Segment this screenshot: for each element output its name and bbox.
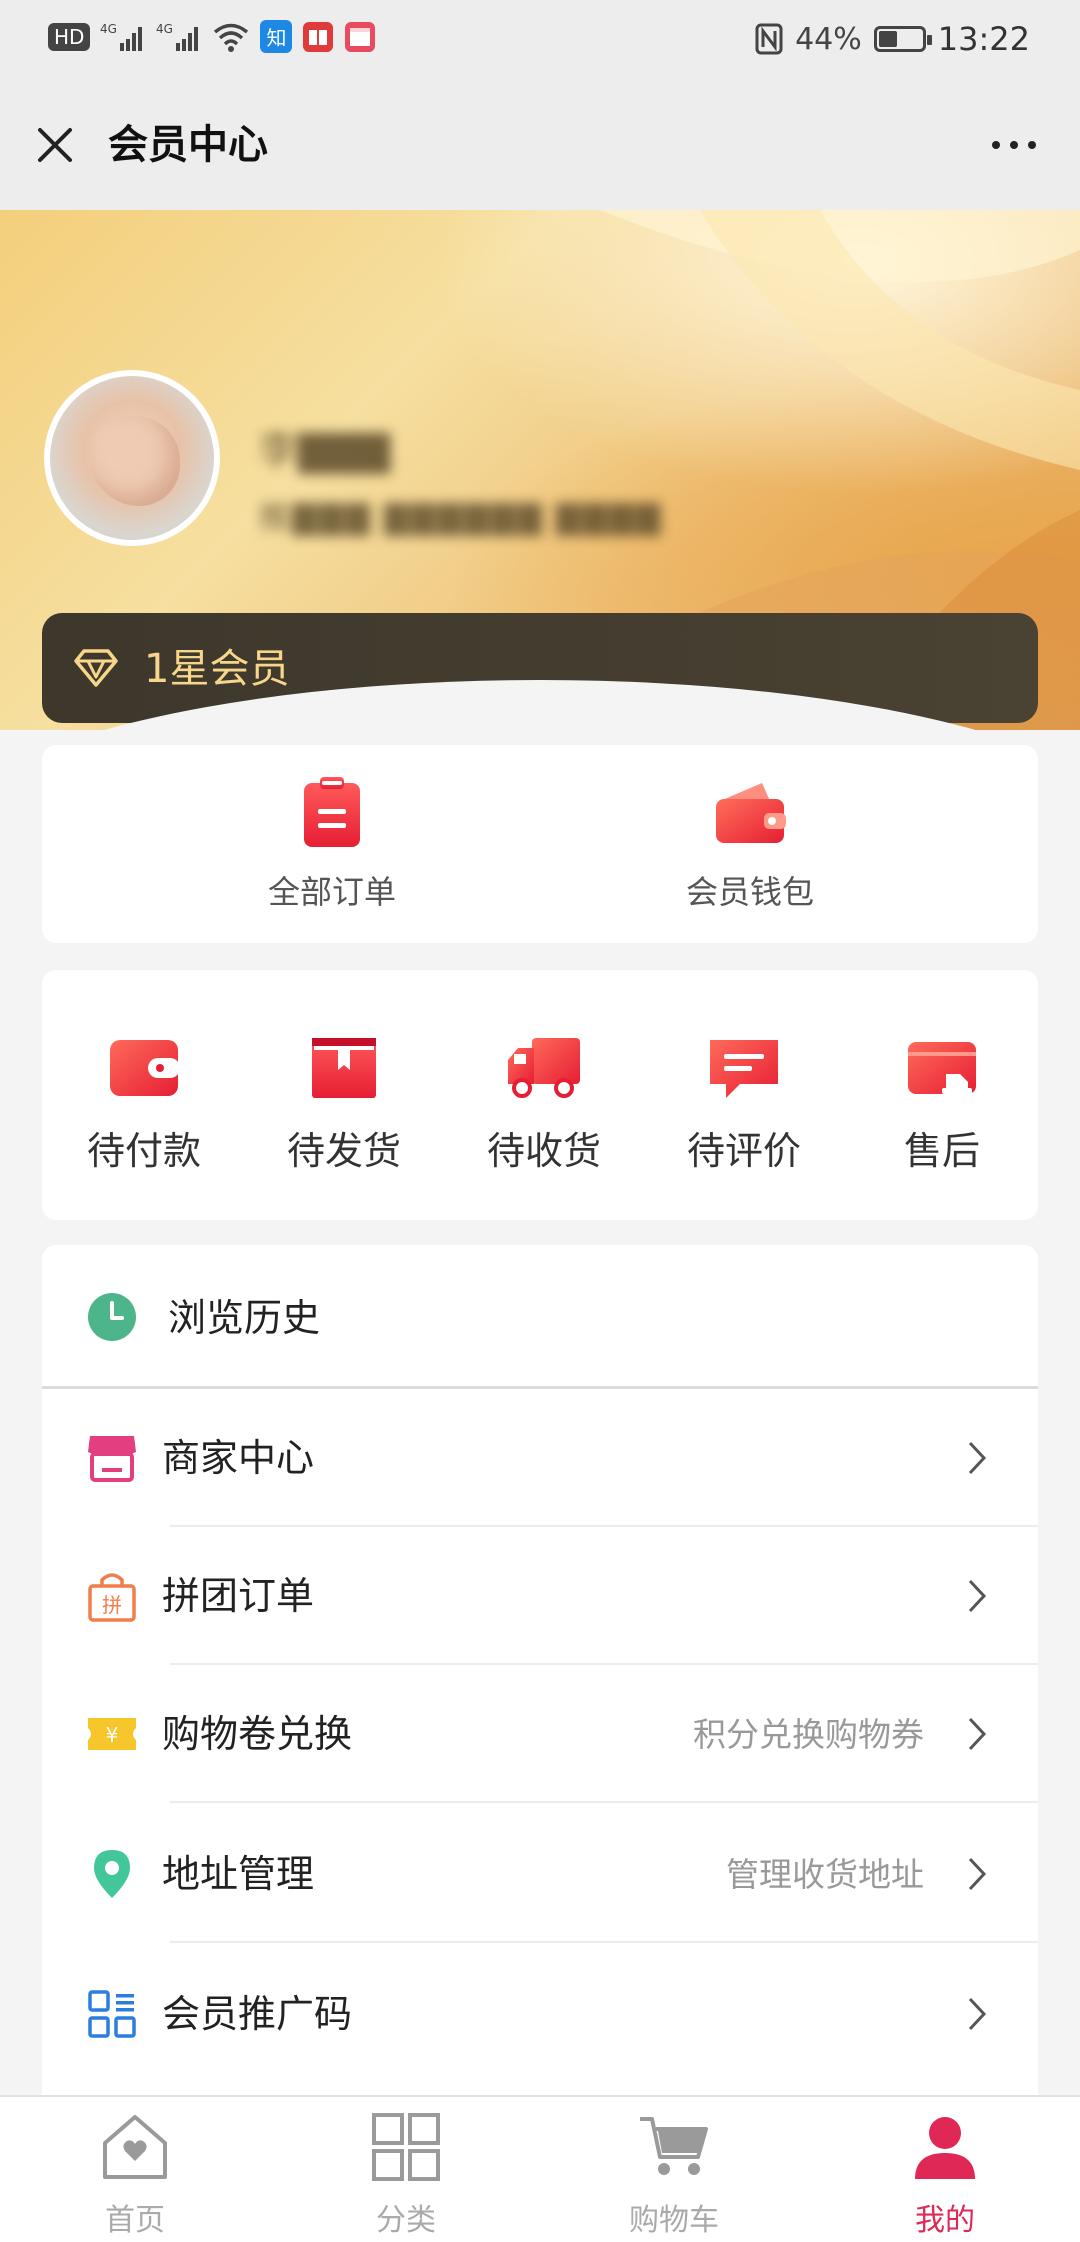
tab-profile[interactable]: 我的 bbox=[855, 2109, 1035, 2239]
row-divider bbox=[170, 1941, 1038, 1943]
pending-review-button[interactable]: 待评价 bbox=[664, 1032, 824, 1175]
status-bar: HD 4G 4G 知 44% 13:22 bbox=[0, 0, 1080, 80]
user-name-text: 李 bbox=[258, 428, 298, 474]
cart-icon bbox=[640, 2117, 708, 2175]
battery-icon bbox=[873, 26, 932, 52]
all-orders-label: 全部订单 bbox=[267, 873, 396, 911]
menu-list-card: 浏览历史 商家中心 拼 拼团订单 ¥ 购物卷兑换 积分兑换购物券 地址管理 管理… bbox=[42, 1245, 1038, 2105]
all-orders-button[interactable]: 全部订单 bbox=[182, 775, 482, 913]
address-management-hint: 管理收货地址 bbox=[726, 1855, 924, 1894]
member-promo-code-row[interactable]: 会员推广码 bbox=[42, 1945, 1038, 2083]
browsing-history-label: 浏览历史 bbox=[168, 1296, 321, 1340]
zhihu-app-icon: 知 bbox=[260, 20, 293, 53]
category-grid-icon bbox=[372, 2113, 440, 2181]
more-dot bbox=[1028, 141, 1036, 149]
tab-cart[interactable]: 购物车 bbox=[584, 2109, 764, 2239]
nfc-icon bbox=[755, 23, 783, 55]
after-sales-icon bbox=[908, 1042, 976, 1094]
user-id-text: 推 bbox=[258, 498, 293, 536]
pending-payment-label: 待付款 bbox=[86, 1129, 201, 1173]
coupon-icon: ¥ bbox=[88, 1718, 136, 1750]
tab-home-label: 首页 bbox=[105, 2203, 165, 2238]
row-divider bbox=[170, 1801, 1038, 1803]
more-dot bbox=[1010, 141, 1018, 149]
qr-code-icon bbox=[88, 1990, 136, 2038]
nav-bar: 会员中心 bbox=[0, 80, 1080, 210]
group-buy-bag-icon: 拼 bbox=[88, 1573, 136, 1622]
location-pin-icon bbox=[94, 1850, 130, 1898]
group-buy-orders-row[interactable]: 拼 拼团订单 bbox=[42, 1527, 1038, 1665]
coupon-exchange-hint: 积分兑换购物券 bbox=[693, 1715, 924, 1754]
more-options-button[interactable] bbox=[984, 130, 1044, 160]
reader-app-icon bbox=[303, 21, 334, 52]
pending-receipt-label: 待收货 bbox=[486, 1129, 601, 1173]
chevron-right-icon bbox=[968, 1717, 987, 1751]
bottom-tab-bar: 首页 分类 购物车 我的 bbox=[0, 2095, 1080, 2242]
user-name: 李▇▇▇ bbox=[258, 428, 391, 474]
close-icon[interactable] bbox=[30, 120, 80, 170]
pending-review-label: 待评价 bbox=[686, 1129, 801, 1173]
tab-cart-label: 购物车 bbox=[629, 2203, 719, 2238]
member-promo-code-label: 会员推广码 bbox=[162, 1992, 353, 2036]
clock-time: 13:22 bbox=[937, 20, 1030, 58]
order-status-card: 待付款 待发货 待收货 待评价 售后 bbox=[42, 970, 1038, 1220]
browsing-history-row[interactable]: 浏览历史 bbox=[42, 1245, 1038, 1389]
avatar-photo bbox=[90, 416, 180, 506]
wifi-icon bbox=[214, 23, 249, 52]
comment-icon bbox=[710, 1040, 778, 1098]
tab-home[interactable]: 首页 bbox=[45, 2109, 225, 2239]
chevron-right-icon bbox=[968, 1997, 987, 2031]
member-wallet-label: 会员钱包 bbox=[685, 873, 814, 911]
signal-4g-icon: 4G bbox=[100, 22, 143, 51]
after-sales-label: 售后 bbox=[903, 1129, 980, 1173]
tab-category-label: 分类 bbox=[376, 2203, 436, 2238]
more-dot bbox=[992, 141, 1000, 149]
address-management-row[interactable]: 地址管理 管理收货地址 bbox=[42, 1805, 1038, 1943]
chevron-right-icon bbox=[968, 1857, 987, 1891]
chevron-right-icon bbox=[968, 1441, 987, 1475]
truck-icon bbox=[508, 1038, 580, 1098]
chevron-right-icon bbox=[968, 1579, 987, 1613]
calendar-app-icon bbox=[345, 21, 376, 52]
battery-level bbox=[878, 31, 897, 47]
diamond-icon bbox=[74, 649, 118, 687]
merchant-center-row[interactable]: 商家中心 bbox=[42, 1389, 1038, 1527]
merchant-center-label: 商家中心 bbox=[162, 1436, 315, 1480]
svg-text:4G: 4G bbox=[156, 22, 173, 36]
address-management-label: 地址管理 bbox=[162, 1852, 315, 1896]
pending-shipment-button[interactable]: 待发货 bbox=[264, 1032, 424, 1175]
home-icon bbox=[103, 2115, 167, 2179]
svg-text:4G: 4G bbox=[100, 22, 117, 36]
clock-icon bbox=[88, 1293, 136, 1341]
coupon-exchange-label: 购物卷兑换 bbox=[162, 1712, 353, 1756]
profile-header: 李▇▇▇ 推▇▇▇ ▇▇▇▇▇▇ ▇▇▇▇ 1星会员 bbox=[0, 210, 1080, 730]
after-sales-button[interactable]: 售后 bbox=[862, 1032, 1022, 1175]
package-icon bbox=[312, 1038, 376, 1098]
pending-payment-button[interactable]: 待付款 bbox=[64, 1032, 224, 1175]
member-wallet-button[interactable]: 会员钱包 bbox=[600, 775, 900, 913]
coupon-exchange-row[interactable]: ¥ 购物卷兑换 积分兑换购物券 bbox=[42, 1665, 1038, 1803]
tab-category[interactable]: 分类 bbox=[316, 2109, 496, 2239]
coupon-glyph: ¥ bbox=[106, 1723, 119, 1747]
pay-wallet-icon bbox=[110, 1040, 180, 1096]
tab-profile-label: 我的 bbox=[915, 2203, 975, 2238]
pending-receipt-button[interactable]: 待收货 bbox=[464, 1032, 624, 1175]
group-buy-glyph: 拼 bbox=[102, 1593, 122, 1617]
hd-icon: HD bbox=[48, 22, 91, 51]
group-buy-orders-label: 拼团订单 bbox=[162, 1574, 315, 1618]
user-id: 推▇▇▇ ▇▇▇▇▇▇ ▇▇▇▇ bbox=[258, 498, 663, 536]
membership-level: 1星会员 bbox=[144, 646, 290, 692]
status-left-icons: HD 4G 4G 知 bbox=[48, 20, 376, 53]
store-icon bbox=[88, 1436, 136, 1482]
signal-4g-icon: 4G bbox=[156, 22, 199, 51]
avatar[interactable] bbox=[44, 370, 220, 546]
wallet-icon bbox=[716, 783, 786, 843]
battery-percent: 44% bbox=[795, 21, 862, 57]
status-right: 44% 13:22 bbox=[755, 20, 1030, 58]
profile-icon bbox=[915, 2117, 975, 2179]
pending-shipment-label: 待发货 bbox=[286, 1129, 401, 1173]
clipboard-icon bbox=[304, 777, 360, 847]
page-title: 会员中心 bbox=[108, 122, 268, 168]
quick-links-card: 全部订单 会员钱包 bbox=[42, 745, 1038, 943]
